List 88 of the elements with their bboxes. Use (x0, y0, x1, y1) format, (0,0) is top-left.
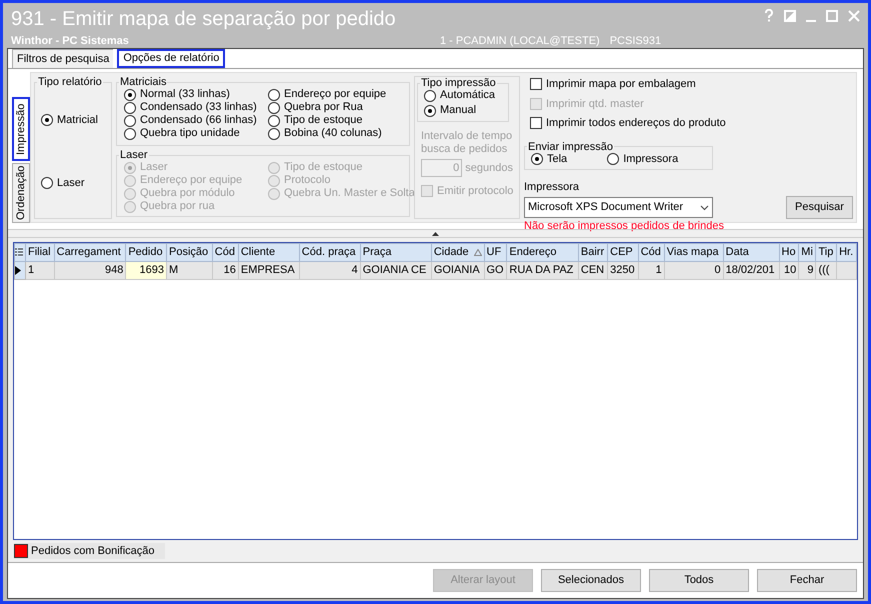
checkbox[interactable] (530, 78, 542, 90)
table-cell: 18/02/201 (723, 262, 780, 280)
table-cell: 1 (26, 262, 54, 280)
radio-button[interactable] (268, 102, 280, 114)
radio-label: Normal (33 linhas) (140, 87, 230, 102)
radio-button[interactable] (124, 88, 136, 100)
printer-dropdown[interactable]: Microsoft XPS Document Writer (524, 197, 713, 218)
column-header[interactable]: Endereço (506, 244, 578, 262)
radio-label: Quebra tipo unidade (140, 126, 240, 142)
table-cell: 0 (664, 262, 724, 280)
radio-label: Tela (547, 152, 568, 167)
checkbox-label: Imprimir qtd. master (546, 96, 644, 112)
radio-button[interactable] (268, 88, 280, 100)
radio-button[interactable] (124, 128, 136, 140)
group-title: Enviar impressão (527, 140, 614, 152)
interval-label: Intervalo de tempo busca de pedidos (421, 130, 513, 156)
radio-label: Tipo de estoque (284, 160, 362, 175)
radio-label: Endereço por equipe (140, 173, 242, 188)
checkbox-label: Imprimir mapa por embalagem (546, 77, 696, 92)
table-cell: GO (484, 262, 507, 280)
radio-label: Impressora (623, 152, 678, 167)
legend-label: Pedidos com Bonificação (31, 544, 155, 559)
table-cell: RUA DA PAZ (506, 262, 578, 280)
table-cell: 4 (299, 262, 360, 280)
radio-label: Endereço por equipe (284, 87, 386, 102)
radio-label: Laser (57, 176, 85, 191)
radio-label: Automática (440, 88, 496, 104)
group-title: Laser (119, 149, 149, 161)
program-code: PCSIS931 (610, 34, 662, 49)
action-button[interactable]: Todos (649, 569, 749, 592)
side-tab[interactable]: Ordenação (12, 163, 30, 223)
chevron-down-icon (700, 204, 709, 210)
table-cell: 1 (638, 262, 664, 280)
radio-label: Laser (140, 160, 168, 175)
radio-button[interactable] (41, 114, 53, 126)
warning-text: Não serão impressos pedidos de brindes (524, 219, 725, 234)
table-cell: M (166, 262, 212, 280)
search-button[interactable]: Pesquisar (786, 196, 853, 219)
radio-label: Quebra Un. Master e Solta (284, 186, 415, 202)
current-row-icon (15, 266, 21, 275)
group-title: Tipo impressão (420, 77, 497, 89)
radio-button[interactable] (607, 153, 620, 165)
table-cell: GOIANIA (431, 262, 484, 280)
radio-button[interactable] (268, 114, 280, 126)
table-cell: 948 (54, 262, 126, 280)
session-text: 1 - PCADMIN (LOCAL@TESTE) (440, 34, 600, 49)
radio-label: Tipo de estoque (284, 113, 362, 128)
radio-button[interactable] (424, 104, 436, 116)
radio-label: Condensado (66 linhas) (140, 113, 257, 128)
action-button[interactable]: Selecionados (541, 569, 641, 592)
table-cell: CEN (578, 262, 608, 280)
radio-button[interactable] (41, 177, 53, 190)
radio-label: Protocolo (284, 173, 330, 188)
printer-label: Impressora (524, 180, 580, 194)
table-cell: 3250 (608, 262, 638, 280)
group-title: Tipo relatório (37, 76, 103, 88)
table-cell: 1693 (126, 262, 167, 280)
checkbox-label: Emitir protocolo (437, 184, 514, 199)
table-cell: EMPRESA (238, 262, 300, 280)
unit-label: segundos (465, 160, 513, 176)
radio-button[interactable] (424, 90, 436, 102)
radio-button[interactable] (124, 114, 136, 126)
radio-label: Matricial (57, 112, 98, 128)
table-cell: GOIANIA CE (360, 262, 432, 280)
radio-button[interactable] (124, 102, 136, 114)
side-tab[interactable]: Impressão (12, 97, 30, 161)
table-cell: 10 (779, 262, 799, 280)
checkbox[interactable] (530, 117, 542, 130)
radio-label: Quebra por módulo (140, 186, 235, 201)
radio-label: Manual (440, 103, 476, 118)
caret-up-icon[interactable] (432, 232, 439, 236)
radio-label: Quebra por rua (140, 199, 215, 214)
table-cell: 9 (798, 262, 816, 280)
radio-label: Condensado (33 linhas) (140, 100, 257, 115)
group-title: Matriciais (119, 76, 168, 88)
radio-label: Quebra por Rua (284, 100, 363, 115)
window-subtitle: Winthor - PC Sistemas (11, 34, 129, 49)
column-chooser-icon[interactable] (15, 248, 23, 257)
tab[interactable]: Filtros de pesquisa (12, 49, 114, 68)
radio-label: Bobina (40 colunas) (284, 126, 382, 142)
tab[interactable]: Opções de relatório (117, 49, 226, 68)
radio-button[interactable] (531, 153, 543, 165)
radio-button[interactable] (268, 128, 280, 140)
action-button[interactable]: Fechar (757, 569, 857, 592)
table-cell: ((( (816, 262, 837, 280)
table-cell: 16 (212, 262, 238, 280)
window-title: 931 - Emitir mapa de separação por pedido (11, 7, 396, 31)
checkbox-label: Imprimir todos endereços do produto (546, 116, 726, 131)
